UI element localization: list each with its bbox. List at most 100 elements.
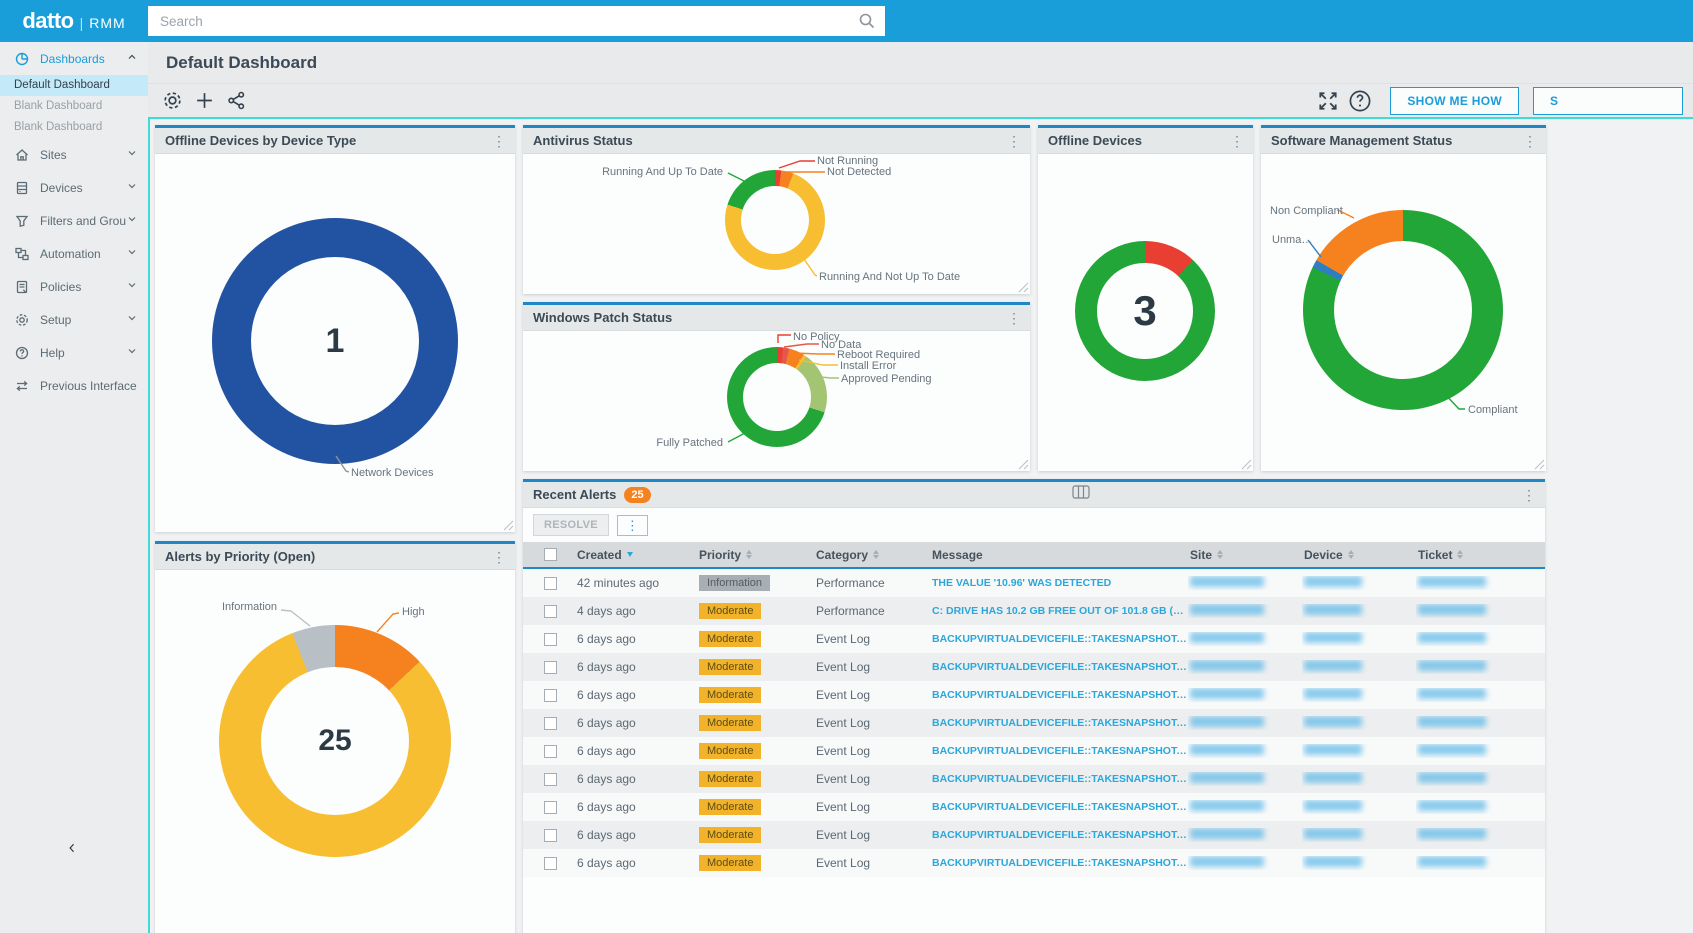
alert-device-redacted[interactable] xyxy=(1304,660,1362,671)
column-header-priority[interactable]: Priority xyxy=(697,548,814,562)
sidebar-item-dashboards[interactable]: Dashboards xyxy=(0,42,148,75)
table-row[interactable]: 6 days ago Moderate Event Log BACKUPVIRT… xyxy=(523,849,1545,877)
row-checkbox[interactable] xyxy=(543,800,557,814)
widget-menu-button[interactable]: ⋮ xyxy=(1229,134,1245,148)
row-checkbox[interactable] xyxy=(543,660,557,674)
donut-chart-antivirus[interactable] xyxy=(725,170,825,270)
alert-ticket-redacted[interactable] xyxy=(1418,576,1486,587)
alert-ticket-redacted[interactable] xyxy=(1418,800,1486,811)
fullscreen-button[interactable] xyxy=(1312,87,1344,115)
donut-chart-software-management[interactable] xyxy=(1303,210,1503,410)
alert-ticket-redacted[interactable] xyxy=(1418,688,1486,699)
donut-chart-offline-devices[interactable]: 3 xyxy=(1075,241,1215,381)
alert-ticket-redacted[interactable] xyxy=(1418,828,1486,839)
alert-site-redacted[interactable] xyxy=(1190,632,1264,643)
column-header-device[interactable]: Device xyxy=(1302,548,1416,562)
alert-device-redacted[interactable] xyxy=(1304,800,1362,811)
help-button[interactable] xyxy=(1344,87,1376,115)
column-header-category[interactable]: Category xyxy=(814,548,930,562)
alert-device-redacted[interactable] xyxy=(1304,604,1362,615)
column-header-site[interactable]: Site xyxy=(1188,548,1302,562)
alert-site-redacted[interactable] xyxy=(1190,744,1264,755)
sidebar-collapse-button[interactable] xyxy=(58,837,86,859)
row-checkbox[interactable] xyxy=(543,856,557,870)
alert-message-link[interactable]: C: DRIVE HAS 10.2 GB FREE OUT OF 101.8 G… xyxy=(930,605,1188,617)
table-row[interactable]: 6 days ago Moderate Event Log BACKUPVIRT… xyxy=(523,821,1545,849)
alert-site-redacted[interactable] xyxy=(1190,688,1264,699)
alert-device-redacted[interactable] xyxy=(1304,856,1362,867)
widget-menu-button[interactable]: ⋮ xyxy=(1522,134,1538,148)
alert-message-link[interactable]: BACKUPVIRTUALDEVICEFILE::TAKESNAPSHOT: F… xyxy=(930,633,1188,645)
donut-chart-offline-by-type[interactable]: 1 xyxy=(212,218,458,464)
sidebar-item-policies[interactable]: Policies xyxy=(0,270,148,303)
alert-site-redacted[interactable] xyxy=(1190,660,1264,671)
table-row[interactable]: 6 days ago Moderate Event Log BACKUPVIRT… xyxy=(523,625,1545,653)
alert-ticket-redacted[interactable] xyxy=(1418,772,1486,783)
widget-resize-handle[interactable] xyxy=(1534,459,1545,470)
alert-device-redacted[interactable] xyxy=(1304,828,1362,839)
alert-ticket-redacted[interactable] xyxy=(1418,604,1486,615)
table-row[interactable]: 6 days ago Moderate Event Log BACKUPVIRT… xyxy=(523,653,1545,681)
widget-resize-handle[interactable] xyxy=(1018,459,1029,470)
row-checkbox[interactable] xyxy=(543,772,557,786)
row-checkbox[interactable] xyxy=(543,604,557,618)
select-all-checkbox[interactable] xyxy=(543,548,557,561)
alert-ticket-redacted[interactable] xyxy=(1418,632,1486,643)
sidebar-item-blank-dashboard-1[interactable]: Blank Dashboard xyxy=(0,96,148,117)
row-checkbox[interactable] xyxy=(543,576,557,590)
table-row[interactable]: 4 days ago Moderate Performance C: DRIVE… xyxy=(523,597,1545,625)
alert-message-link[interactable]: BACKUPVIRTUALDEVICEFILE::TAKESNAPSHOT: F… xyxy=(930,689,1188,701)
alert-message-link[interactable]: BACKUPVIRTUALDEVICEFILE::TAKESNAPSHOT: F… xyxy=(930,661,1188,673)
alert-device-redacted[interactable] xyxy=(1304,688,1362,699)
sidebar-item-automation[interactable]: Automation xyxy=(0,237,148,270)
alert-device-redacted[interactable] xyxy=(1304,716,1362,727)
search-input[interactable] xyxy=(148,6,885,36)
column-header-ticket[interactable]: Ticket xyxy=(1416,548,1545,562)
sidebar-item-blank-dashboard-2[interactable]: Blank Dashboard xyxy=(0,117,148,138)
alert-message-link[interactable]: BACKUPVIRTUALDEVICEFILE::TAKESNAPSHOT: F… xyxy=(930,801,1188,813)
alert-device-redacted[interactable] xyxy=(1304,772,1362,783)
sidebar-item-previous-interface[interactable]: Previous Interface xyxy=(0,369,148,402)
sidebar-item-default-dashboard[interactable]: Default Dashboard xyxy=(0,75,153,96)
alert-device-redacted[interactable] xyxy=(1304,744,1362,755)
widget-menu-button[interactable]: ⋮ xyxy=(491,134,507,148)
donut-chart-alerts-by-priority[interactable]: 25 xyxy=(219,625,451,857)
alert-message-link[interactable]: BACKUPVIRTUALDEVICEFILE::TAKESNAPSHOT: F… xyxy=(930,773,1188,785)
search-icon[interactable] xyxy=(857,11,877,36)
alert-site-redacted[interactable] xyxy=(1190,800,1264,811)
sidebar-item-filters-and-groups[interactable]: Filters and Groups xyxy=(0,204,148,237)
widget-resize-handle[interactable] xyxy=(1018,282,1029,293)
widget-menu-button[interactable]: ⋮ xyxy=(491,550,507,564)
table-row[interactable]: 6 days ago Moderate Event Log BACKUPVIRT… xyxy=(523,681,1545,709)
table-row[interactable]: 6 days ago Moderate Event Log BACKUPVIRT… xyxy=(523,709,1545,737)
alert-message-link[interactable]: BACKUPVIRTUALDEVICEFILE::TAKESNAPSHOT: F… xyxy=(930,717,1188,729)
row-checkbox[interactable] xyxy=(543,632,557,646)
alert-message-link[interactable]: BACKUPVIRTUALDEVICEFILE::TAKESNAPSHOT: F… xyxy=(930,857,1188,869)
alerts-more-actions-button[interactable]: ⋮ xyxy=(616,514,648,536)
widget-menu-button[interactable]: ⋮ xyxy=(1006,134,1022,148)
alert-site-redacted[interactable] xyxy=(1190,716,1264,727)
alert-site-redacted[interactable] xyxy=(1190,856,1264,867)
table-row[interactable]: 42 minutes ago Information Performance T… xyxy=(523,569,1545,597)
alert-ticket-redacted[interactable] xyxy=(1418,856,1486,867)
share-dashboard-button[interactable] xyxy=(220,87,252,115)
table-row[interactable]: 6 days ago Moderate Event Log BACKUPVIRT… xyxy=(523,737,1545,765)
sidebar-item-setup[interactable]: Setup xyxy=(0,303,148,336)
alert-ticket-redacted[interactable] xyxy=(1418,744,1486,755)
widget-resize-handle[interactable] xyxy=(503,520,514,531)
sidebar-item-help[interactable]: Help xyxy=(0,336,148,369)
row-checkbox[interactable] xyxy=(543,744,557,758)
row-checkbox[interactable] xyxy=(543,688,557,702)
alert-site-redacted[interactable] xyxy=(1190,604,1264,615)
alert-message-link[interactable]: BACKUPVIRTUALDEVICEFILE::TAKESNAPSHOT: F… xyxy=(930,829,1188,841)
show-me-how-button[interactable]: SHOW ME HOW xyxy=(1390,86,1519,115)
column-header-message[interactable]: Message xyxy=(930,548,1188,562)
resolve-button[interactable]: RESOLVE xyxy=(533,514,609,536)
alert-device-redacted[interactable] xyxy=(1304,632,1362,643)
alert-site-redacted[interactable] xyxy=(1190,576,1264,587)
alert-ticket-redacted[interactable] xyxy=(1418,660,1486,671)
table-row[interactable]: 6 days ago Moderate Event Log BACKUPVIRT… xyxy=(523,793,1545,821)
row-checkbox[interactable] xyxy=(543,828,557,842)
table-row[interactable]: 6 days ago Moderate Event Log BACKUPVIRT… xyxy=(523,765,1545,793)
alert-site-redacted[interactable] xyxy=(1190,772,1264,783)
